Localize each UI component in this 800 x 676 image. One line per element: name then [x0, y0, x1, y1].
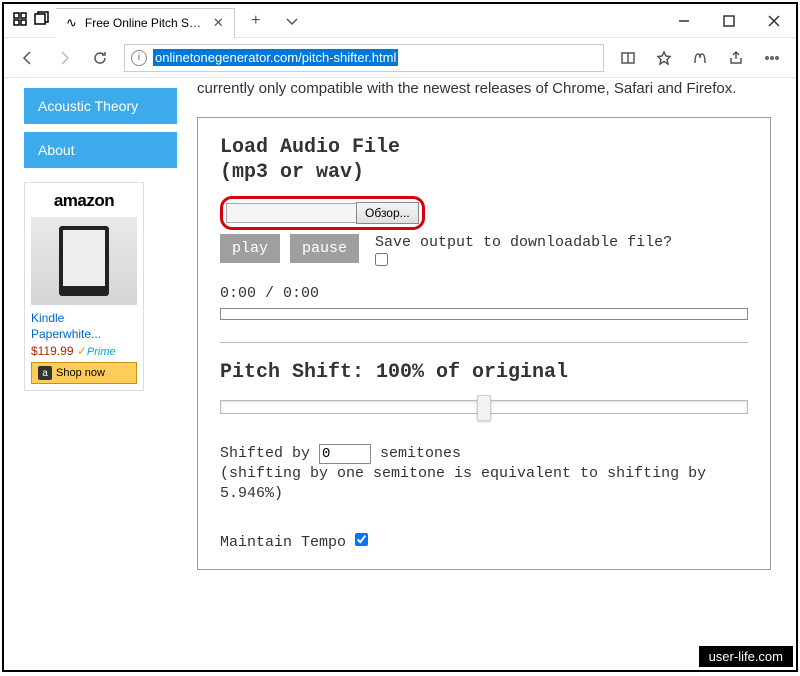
main-content: currently only compatible with the newes… [189, 78, 796, 670]
refresh-button[interactable] [84, 42, 116, 74]
shift-label-after: semitones [380, 445, 461, 462]
panel-subheading: (mp3 or wav) [220, 161, 748, 184]
panel-heading: Load Audio File [220, 136, 748, 159]
file-input-highlight: Обзор... [220, 196, 425, 230]
back-button[interactable] [12, 42, 44, 74]
amazon-ad[interactable]: amazon Kindle Paperwhite... $119.99 ✓Pri… [24, 182, 144, 391]
pause-button[interactable]: pause [290, 234, 359, 263]
window-titlebar: ∿ Free Online Pitch Shifte ✕ + [4, 4, 796, 38]
tabs-set-aside-icon[interactable] [12, 11, 28, 30]
maximize-button[interactable] [706, 6, 751, 36]
favorites-icon[interactable] [648, 42, 680, 74]
share-icon[interactable] [720, 42, 752, 74]
maintain-tempo-label: Maintain Tempo [220, 534, 346, 551]
ad-product-image [31, 217, 137, 305]
ad-product-title[interactable]: Kindle Paperwhite... [31, 311, 137, 342]
forward-button[interactable] [48, 42, 80, 74]
site-info-icon[interactable]: i [131, 50, 147, 66]
more-icon[interactable] [756, 42, 788, 74]
minimize-button[interactable] [661, 6, 706, 36]
play-button[interactable]: play [220, 234, 280, 263]
save-output-checkbox[interactable] [375, 253, 388, 266]
semitones-input[interactable] [319, 444, 371, 464]
ad-price: $119.99 ✓Prime [31, 344, 137, 358]
sidebar-item-acoustic-theory[interactable]: Acoustic Theory [24, 88, 177, 124]
reading-list-icon[interactable] [684, 42, 716, 74]
sidebar: Acoustic Theory About amazon Kindle Pape… [4, 78, 189, 670]
divider [220, 342, 748, 343]
new-tab-button[interactable]: + [241, 6, 271, 36]
amazon-logo: amazon [31, 191, 137, 211]
address-bar[interactable]: i onlinetonegenerator.com/pitch-shifter.… [124, 44, 604, 72]
browse-button[interactable]: Обзор... [356, 202, 419, 224]
reading-view-icon[interactable] [612, 42, 644, 74]
close-window-button[interactable] [751, 6, 796, 36]
ad-shop-button[interactable]: a Shop now [31, 362, 137, 384]
tabs-dropdown-icon[interactable] [277, 13, 307, 29]
playback-time: 0:00 / 0:00 [220, 285, 748, 302]
file-input-display[interactable] [226, 203, 356, 223]
browser-tab[interactable]: ∿ Free Online Pitch Shifte ✕ [56, 8, 235, 38]
tabs-preview-icon[interactable] [34, 11, 50, 30]
shift-label-before: Shifted by [220, 445, 310, 462]
pitch-shift-title: Pitch Shift: 100% of original [220, 361, 748, 384]
browser-navbar: i onlinetonegenerator.com/pitch-shifter.… [4, 38, 796, 78]
save-output-label: Save output to downloadable file? [375, 234, 672, 251]
tab-favicon: ∿ [66, 16, 77, 31]
playback-progress[interactable] [220, 308, 748, 320]
intro-text: currently only compatible with the newes… [197, 78, 771, 99]
pitch-slider[interactable] [220, 400, 748, 414]
address-text: onlinetonegenerator.com/pitch-shifter.ht… [153, 49, 398, 66]
shift-note: (shifting by one semitone is equivalent … [220, 464, 748, 503]
maintain-tempo-checkbox[interactable] [355, 533, 368, 546]
tab-title: Free Online Pitch Shifte [85, 16, 205, 30]
pitch-shifter-panel: Load Audio File (mp3 or wav) Обзор... pl… [197, 117, 771, 570]
close-tab-icon[interactable]: ✕ [213, 15, 224, 31]
sidebar-item-about[interactable]: About [24, 132, 177, 168]
watermark: user-life.com [698, 645, 794, 668]
pitch-slider-thumb[interactable] [477, 395, 491, 421]
